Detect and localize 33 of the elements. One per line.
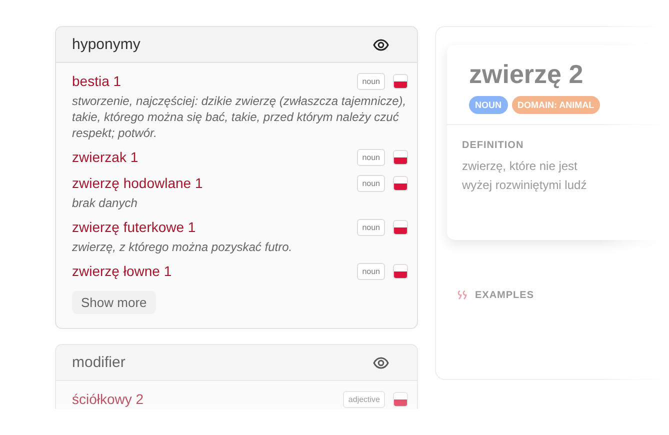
part-of-speech-tag: noun [357,262,385,280]
part-of-speech-tag: noun [357,218,385,236]
card-title: hyponymy [72,36,140,53]
polish-flag-icon [393,264,408,278]
word-link[interactable]: zwierzę futerkowe 1 [72,219,350,235]
tag: NOUN [469,96,508,114]
eye-icon[interactable] [373,38,389,50]
section-heading: EXAMPLES [475,290,534,301]
definition-text: zwierzę, z którego można pozyskać futro. [72,239,294,255]
word-link[interactable]: bestia 1 [72,73,350,89]
part-of-speech-tag: noun [357,174,385,192]
word-link[interactable]: zwierzę łowne 1 [72,263,350,279]
definition-text: brak danych [72,195,138,211]
card-title: modifier [72,354,126,371]
show-more-button[interactable]: Show more [72,291,156,314]
sense-title: zwierzę 2 [469,59,584,90]
part-of-speech-tag: noun [357,148,385,166]
tag: DOMAIN: ANIMAL [512,96,600,114]
section-heading: DEFINITION [462,140,525,151]
part-of-speech-tag: adjective [343,390,385,408]
definition-text: stworzenie, najczęściej: dzikie zwierzę (zwłaszcza tajemnicze), takie, którego można się bać, takie, przed którym należy czuć respekt; potwór. [72,93,408,141]
word-link[interactable]: zwierzak 1 [72,149,350,165]
word-link[interactable]: zwierzę hodowlane 1 [72,175,350,191]
quote-icon [458,290,469,301]
polish-flag-icon [393,392,408,406]
definition-text: zwierzę, które nie jest wyżej rozwiniętymi ludź [462,158,588,194]
part-of-speech-tag: noun [357,72,385,90]
polish-flag-icon [393,220,408,234]
polish-flag-icon [393,74,408,88]
polish-flag-icon [393,176,408,190]
word-link[interactable]: ściółkowy 2 [72,391,336,407]
eye-icon[interactable] [373,356,389,368]
polish-flag-icon [393,150,408,164]
